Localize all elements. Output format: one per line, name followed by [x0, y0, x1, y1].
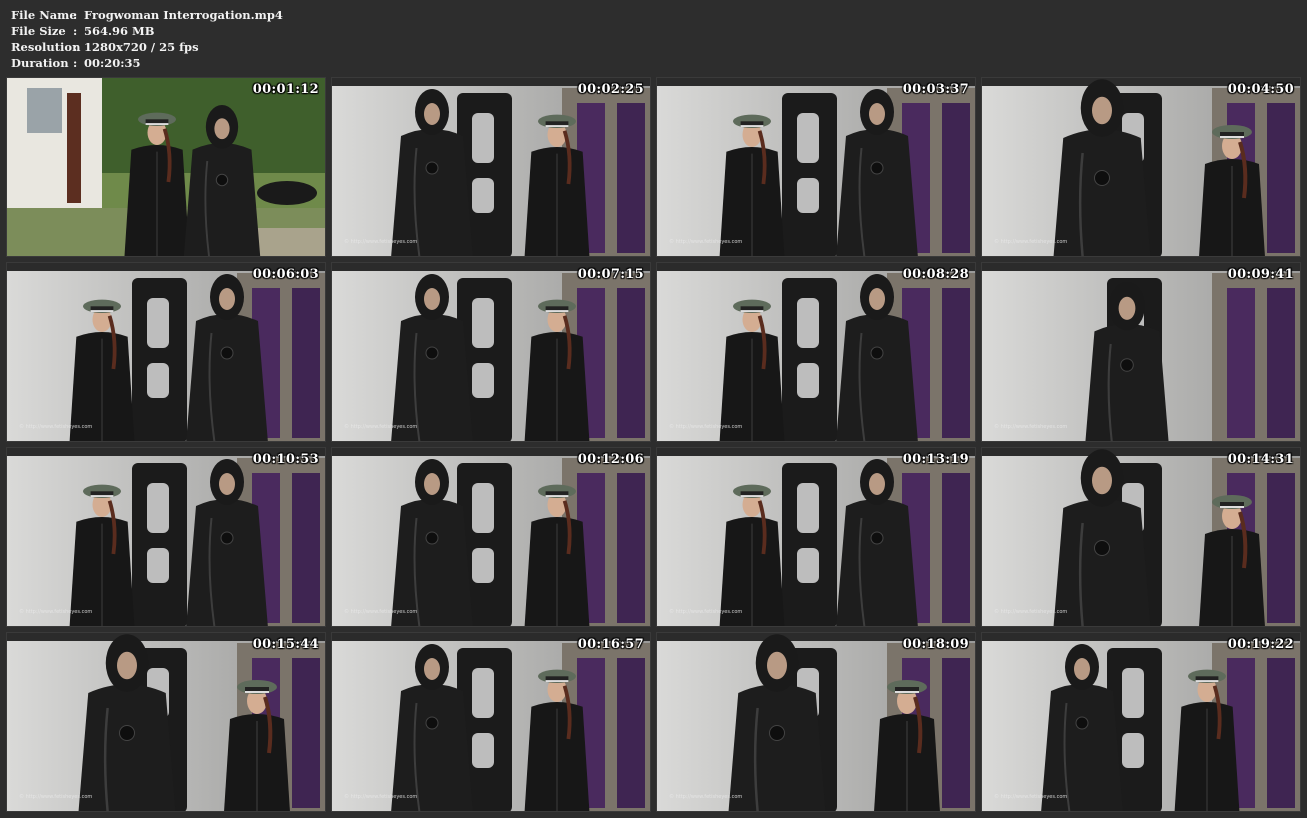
thumbnail-timestamp: 00:08:28: [902, 267, 969, 282]
thumbnail-frame-image: [7, 448, 325, 626]
watermark-text: © http://www.fetisheyes.com: [994, 794, 1068, 800]
resolution-sep: :: [73, 40, 78, 54]
thumbnail-timestamp: 00:01:12: [252, 82, 319, 97]
thumbnail-frame-image: [982, 78, 1300, 256]
thumbnail-timestamp: 00:15:44: [252, 637, 319, 652]
video-thumbnail: 00:12:06 © http://www.fetisheyes.com: [331, 447, 651, 627]
watermark-text: © http://www.fetisheyes.com: [669, 424, 743, 430]
watermark-text: © http://www.fetisheyes.com: [669, 239, 743, 245]
thumbnail-frame-image: [332, 263, 650, 441]
watermark-text: © http://www.fetisheyes.com: [344, 239, 418, 245]
watermark-text: © http://www.fetisheyes.com: [19, 609, 93, 615]
thumbnail-frame-image: [657, 633, 975, 811]
video-thumbnail: 00:06:03 © http://www.fetisheyes.com: [6, 262, 326, 442]
video-thumbnail: 00:07:15 © http://www.fetisheyes.com: [331, 262, 651, 442]
thumbnail-timestamp: 00:07:15: [577, 267, 644, 282]
thumbnail-timestamp: 00:18:09: [902, 637, 969, 652]
file-name-sep: :: [73, 8, 78, 22]
file-name-value: Frogwoman Interrogation.mp4: [84, 8, 283, 22]
file-name-row: File Name : Frogwoman Interrogation.mp4: [11, 7, 283, 23]
watermark-text: © http://www.fetisheyes.com: [344, 424, 418, 430]
thumbnail-timestamp: 00:09:41: [1227, 267, 1294, 282]
contact-sheet: File Name : Frogwoman Interrogation.mp4 …: [0, 0, 1307, 818]
thumbnail-frame-image: [982, 448, 1300, 626]
video-thumbnail: 00:01:12: [6, 77, 326, 257]
watermark-text: © http://www.fetisheyes.com: [669, 794, 743, 800]
thumbnail-frame-image: [332, 633, 650, 811]
thumbnail-frame-image: [332, 448, 650, 626]
video-thumbnail: 00:19:22 © http://www.fetisheyes.com: [981, 632, 1301, 812]
video-thumbnail: 00:15:44 © http://www.fetisheyes.com: [6, 632, 326, 812]
thumbnail-frame-image: [982, 263, 1300, 441]
thumbnail-timestamp: 00:10:53: [252, 452, 319, 467]
video-thumbnail: 00:14:31 © http://www.fetisheyes.com: [981, 447, 1301, 627]
resolution-value: 1280x720 / 25 fps: [84, 40, 199, 54]
thumbnail-frame-image: [7, 633, 325, 811]
watermark-text: © http://www.fetisheyes.com: [994, 609, 1068, 615]
video-thumbnail: 00:16:57 © http://www.fetisheyes.com: [331, 632, 651, 812]
video-thumbnail: 00:02:25 © http://www.fetisheyes.com: [331, 77, 651, 257]
file-info-header: File Name : Frogwoman Interrogation.mp4 …: [11, 7, 283, 71]
thumbnail-timestamp: 00:12:06: [577, 452, 644, 467]
watermark-text: © http://www.fetisheyes.com: [669, 609, 743, 615]
watermark-text: © http://www.fetisheyes.com: [19, 424, 93, 430]
thumbnail-timestamp: 00:02:25: [577, 82, 644, 97]
duration-row: Duration : 00:20:35: [11, 55, 283, 71]
file-name-label: File Name: [11, 8, 77, 22]
thumbnail-timestamp: 00:06:03: [252, 267, 319, 282]
thumbnail-frame-image: [7, 78, 325, 256]
thumbnail-timestamp: 00:04:50: [1227, 82, 1294, 97]
file-size-row: File Size : 564.96 MB: [11, 23, 283, 39]
file-size-value: 564.96 MB: [84, 24, 155, 38]
duration-label: Duration: [11, 56, 69, 70]
thumbnail-timestamp: 00:16:57: [577, 637, 644, 652]
resolution-row: Resolution : 1280x720 / 25 fps: [11, 39, 283, 55]
thumbnail-grid: 00:01:12 00:02:25 © http://www.fetisheyes.…: [6, 77, 1302, 813]
video-thumbnail: 00:08:28 © http://www.fetisheyes.com: [656, 262, 976, 442]
thumbnail-timestamp: 00:03:37: [902, 82, 969, 97]
watermark-text: © http://www.fetisheyes.com: [994, 424, 1068, 430]
video-thumbnail: 00:04:50 © http://www.fetisheyes.com: [981, 77, 1301, 257]
file-size-sep: :: [73, 24, 78, 38]
resolution-label: Resolution: [11, 40, 81, 54]
video-thumbnail: 00:10:53 © http://www.fetisheyes.com: [6, 447, 326, 627]
file-size-label: File Size: [11, 24, 66, 38]
thumbnail-frame-image: [657, 263, 975, 441]
watermark-text: © http://www.fetisheyes.com: [994, 239, 1068, 245]
video-thumbnail: 00:13:19 © http://www.fetisheyes.com: [656, 447, 976, 627]
thumbnail-frame-image: [7, 263, 325, 441]
watermark-text: © http://www.fetisheyes.com: [344, 794, 418, 800]
watermark-text: © http://www.fetisheyes.com: [344, 609, 418, 615]
thumbnail-frame-image: [657, 448, 975, 626]
thumbnail-frame-image: [657, 78, 975, 256]
watermark-text: © http://www.fetisheyes.com: [19, 794, 93, 800]
thumbnail-timestamp: 00:14:31: [1227, 452, 1294, 467]
video-thumbnail: 00:09:41 © http://www.fetisheyes.com: [981, 262, 1301, 442]
duration-sep: :: [73, 56, 78, 70]
video-thumbnail: 00:03:37 © http://www.fetisheyes.com: [656, 77, 976, 257]
duration-value: 00:20:35: [84, 56, 141, 70]
video-thumbnail: 00:18:09 © http://www.fetisheyes.com: [656, 632, 976, 812]
thumbnail-frame-image: [982, 633, 1300, 811]
thumbnail-frame-image: [332, 78, 650, 256]
thumbnail-timestamp: 00:13:19: [902, 452, 969, 467]
thumbnail-timestamp: 00:19:22: [1227, 637, 1294, 652]
